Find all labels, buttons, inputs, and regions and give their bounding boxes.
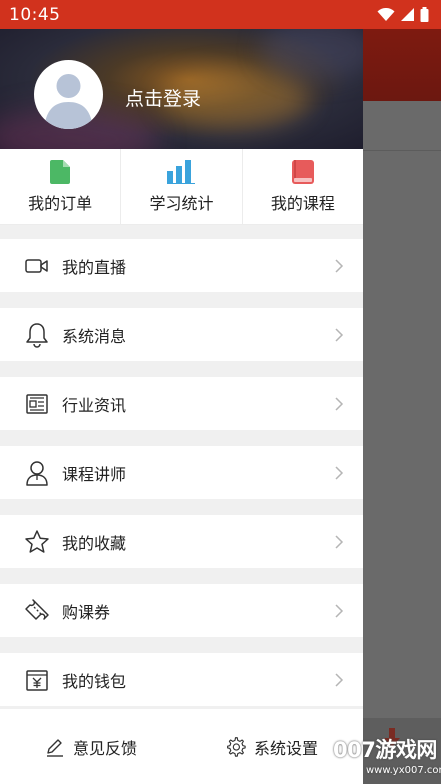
gear-icon (227, 737, 246, 757)
backdrop-header[interactable] (363, 29, 441, 101)
book-icon (291, 159, 314, 184)
ticket-icon (23, 597, 51, 625)
wallet-icon (23, 666, 51, 694)
avatar[interactable] (34, 60, 103, 129)
settings-label: 系统设置 (254, 738, 319, 758)
menu-item-label: 我的收藏 (62, 533, 127, 553)
my-orders-button[interactable]: 我的订单 (0, 149, 122, 224)
login-link[interactable]: 点击登录 (125, 84, 201, 111)
person-icon (23, 459, 51, 487)
menu-item-my-favorites[interactable]: 我的收藏 (0, 515, 363, 568)
feedback-button[interactable]: 意见反馈 (45, 735, 137, 759)
chevron-right-icon (335, 534, 344, 549)
pencil-icon (47, 738, 63, 757)
menu-item-label: 系统消息 (62, 326, 127, 346)
chevron-right-icon (335, 603, 344, 618)
menu-item-industry-news[interactable]: 行业资讯 (0, 377, 363, 430)
drawer-footer: 意见反馈 系统设置 (0, 709, 363, 784)
learning-stats-button[interactable]: 学习统计 (121, 149, 243, 224)
navigation-drawer: 点击登录 我的订单 学习统计 我的课程 我的直播 系统消息 行业资讯 课程讲师 … (0, 29, 363, 784)
menu-item-course-coupons[interactable]: 购课券 (0, 584, 363, 637)
default-user-icon (44, 74, 93, 129)
video-camera-icon (23, 252, 51, 280)
quick-action-label: 我的订单 (28, 193, 93, 213)
bar-chart-icon (167, 159, 196, 184)
news-icon (23, 390, 51, 418)
chevron-right-icon (335, 672, 344, 687)
system-icons (377, 7, 429, 22)
settings-button[interactable]: 系统设置 (225, 735, 318, 759)
watermark-url: www.yx007.com (366, 765, 441, 776)
drawer-menu: 我的直播 系统消息 行业资讯 课程讲师 我的收藏 购课券 我的钱包 (0, 239, 363, 706)
profile-header[interactable]: 点击登录 (0, 29, 363, 149)
chevron-right-icon (335, 258, 344, 273)
battery-icon (420, 7, 429, 22)
quick-actions: 我的订单 学习统计 我的课程 (0, 149, 363, 225)
menu-item-label: 购课券 (62, 602, 111, 622)
menu-item-label: 我的直播 (62, 257, 127, 277)
menu-item-system-messages[interactable]: 系统消息 (0, 308, 363, 361)
menu-item-my-wallet[interactable]: 我的钱包 (0, 653, 363, 706)
backdrop-scrim[interactable] (363, 101, 441, 784)
chevron-right-icon (335, 327, 344, 342)
chevron-right-icon (335, 465, 344, 480)
menu-item-my-live[interactable]: 我的直播 (0, 239, 363, 292)
wifi-icon (377, 7, 395, 21)
header-glow (260, 29, 363, 79)
backdrop-divider (363, 150, 441, 151)
quick-action-label: 我的课程 (270, 193, 335, 213)
star-icon (23, 528, 51, 556)
my-courses-button[interactable]: 我的课程 (243, 149, 363, 224)
menu-item-label: 课程讲师 (62, 464, 127, 484)
status-bar: 10:45 (0, 0, 441, 29)
feedback-label: 意见反馈 (73, 738, 138, 758)
signal-icon (401, 7, 414, 21)
status-time: 10:45 (9, 4, 61, 25)
quick-action-label: 学习统计 (149, 193, 214, 213)
document-icon (50, 159, 71, 184)
menu-item-label: 行业资讯 (62, 395, 127, 415)
bell-icon (23, 321, 51, 349)
watermark-text: 007游戏网 (333, 738, 437, 762)
chevron-right-icon (335, 396, 344, 411)
menu-item-course-instructors[interactable]: 课程讲师 (0, 446, 363, 499)
menu-item-label: 我的钱包 (62, 671, 127, 691)
